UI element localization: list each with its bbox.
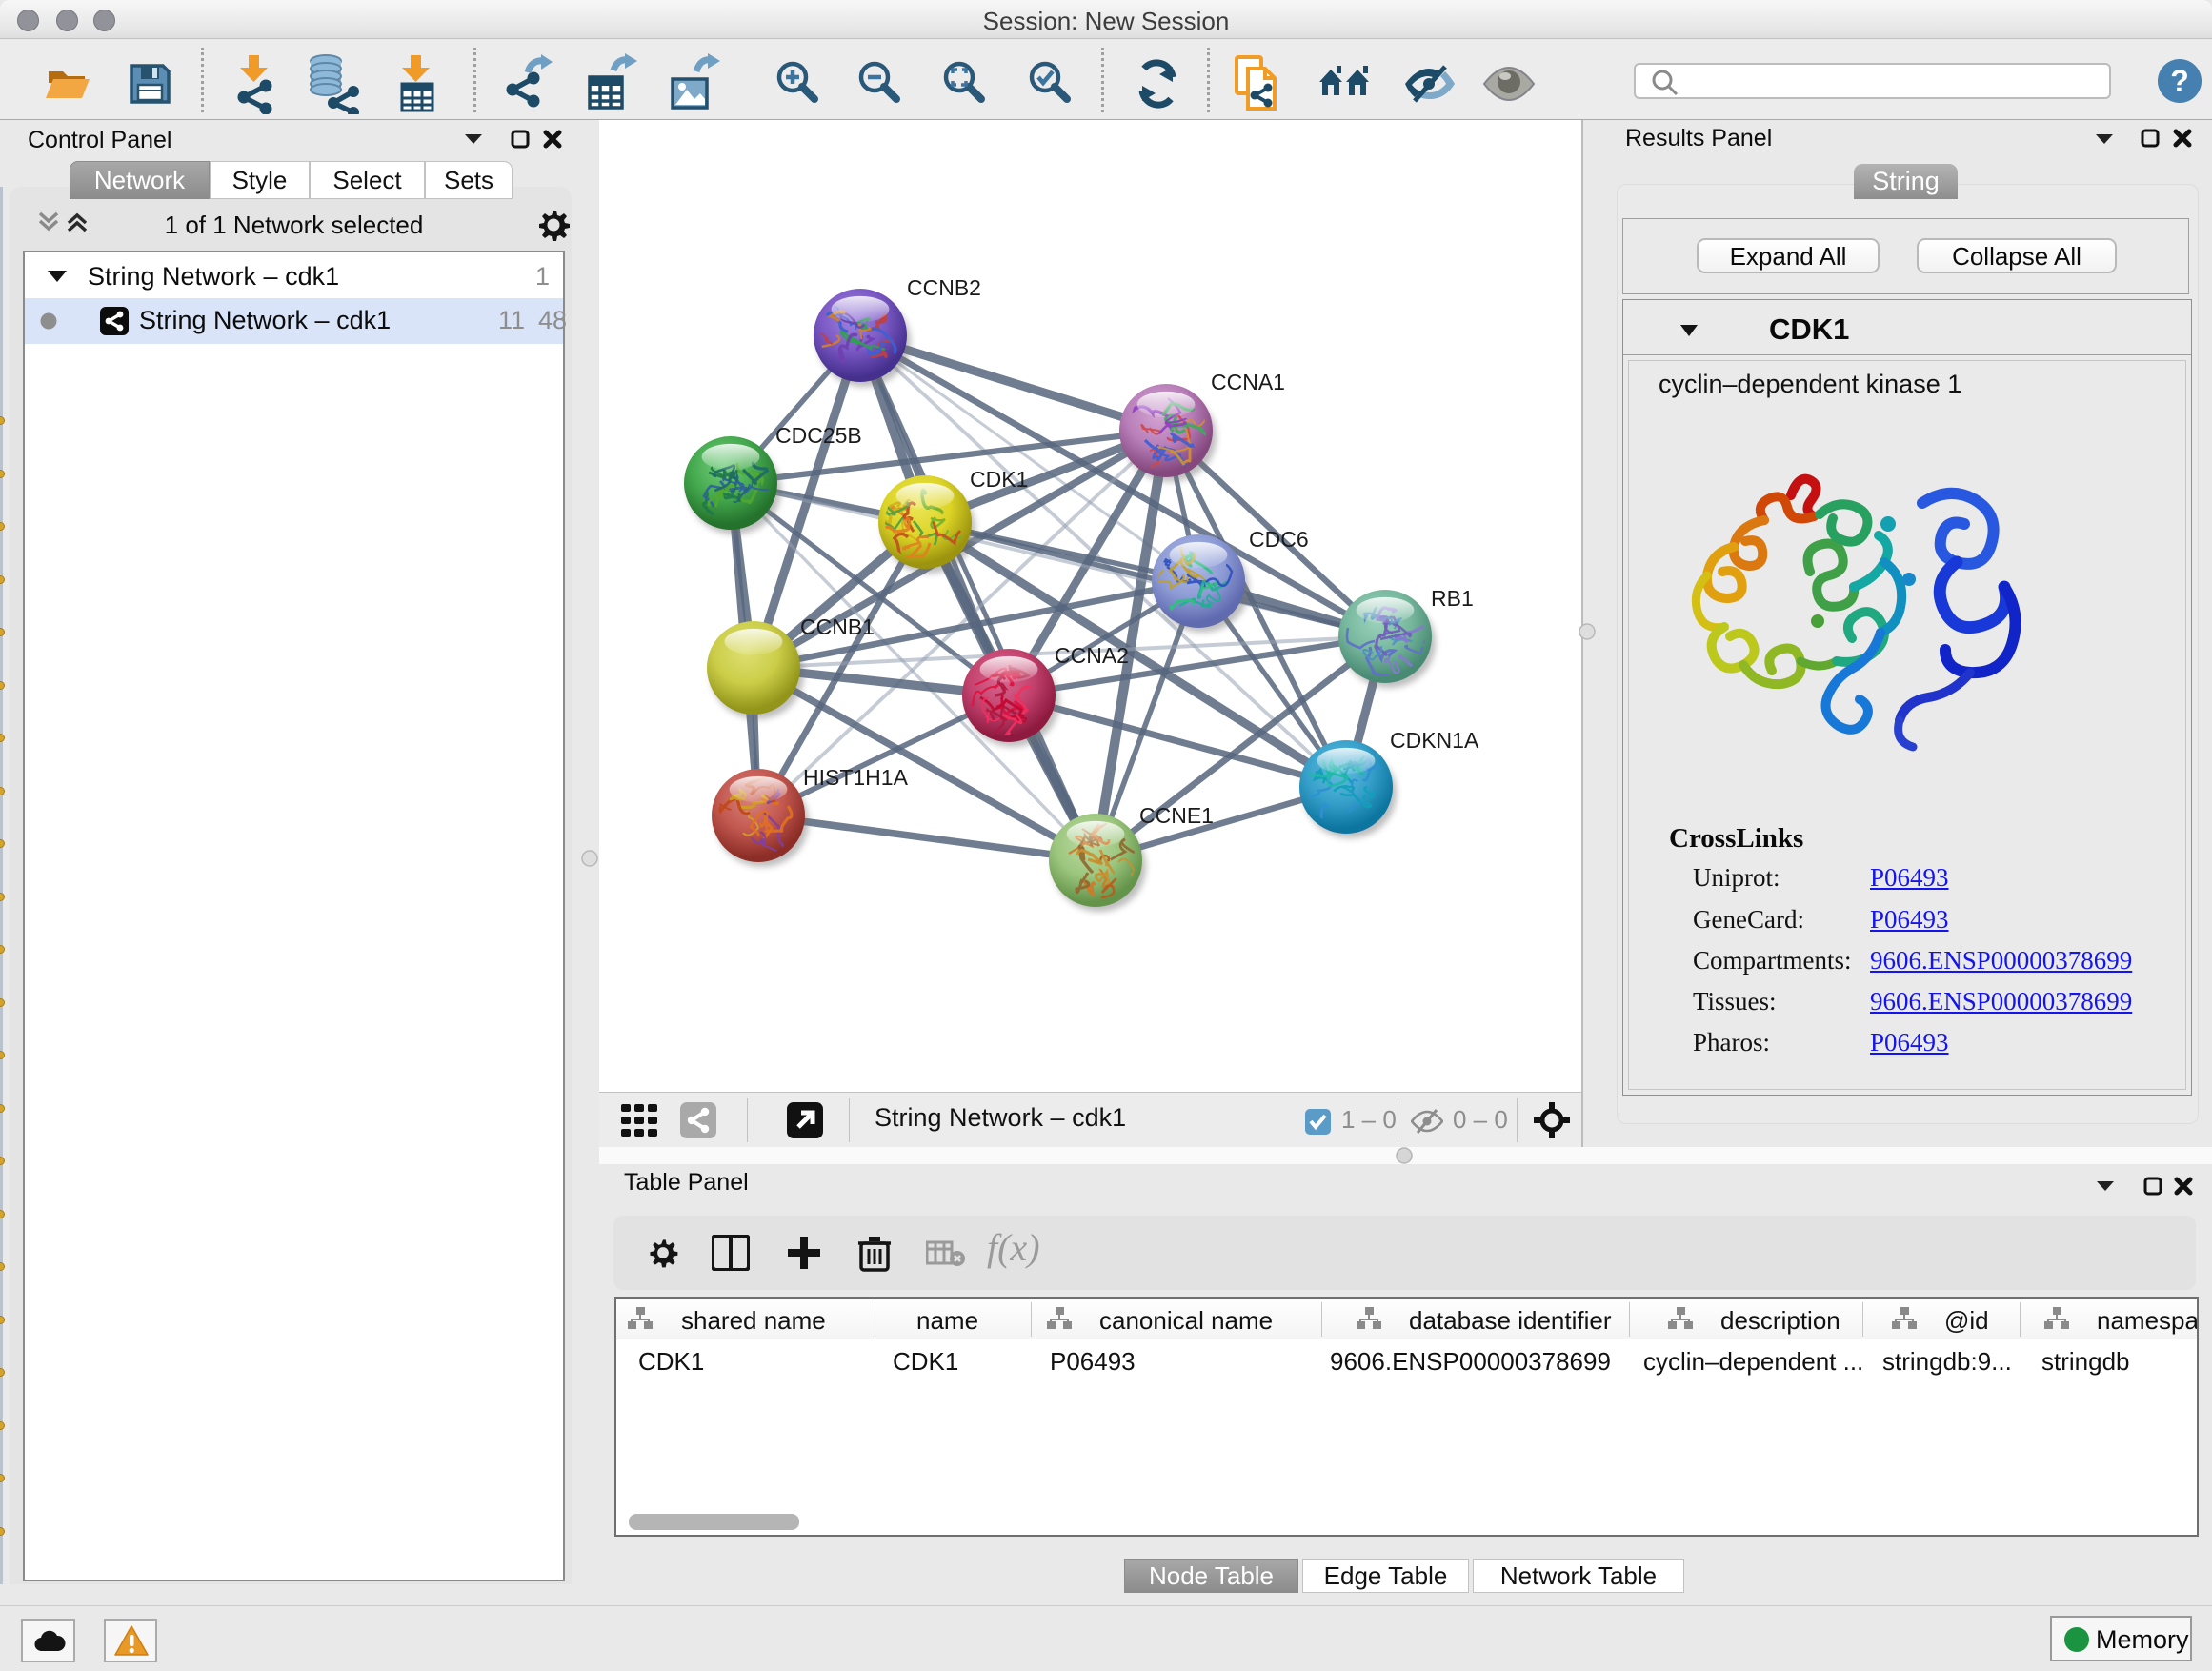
svg-text:HIST1H1A: HIST1H1A	[803, 765, 909, 790]
svg-text:RB1: RB1	[1431, 586, 1474, 611]
svg-text:CDKN1A: CDKN1A	[1390, 728, 1479, 753]
svg-text:CDK1: CDK1	[970, 467, 1028, 492]
svg-text:CCNA1: CCNA1	[1211, 370, 1285, 394]
svg-text:CCNE1: CCNE1	[1139, 803, 1214, 828]
svg-text:CCNA2: CCNA2	[1055, 643, 1129, 668]
svg-text:CCNB2: CCNB2	[907, 275, 981, 300]
svg-text:CDC6: CDC6	[1249, 527, 1309, 552]
svg-text:CDC25B: CDC25B	[775, 423, 862, 448]
svg-text:CCNB1: CCNB1	[800, 614, 875, 639]
